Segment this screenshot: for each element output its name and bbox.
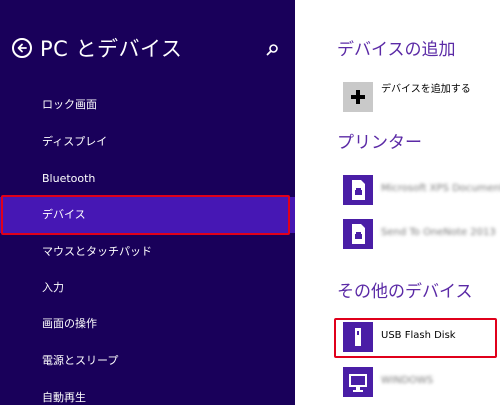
section-title-add-devices: デバイスの追加 xyxy=(337,40,456,60)
back-arrow-icon[interactable] xyxy=(12,38,32,58)
sidebar-item-autoplay[interactable]: 自動再生 xyxy=(0,380,295,416)
device-label: WINDOWS xyxy=(381,375,434,386)
selection-highlight-frame xyxy=(1,195,290,235)
list-item[interactable]: WINDOWS xyxy=(343,367,500,399)
usb-highlight-frame xyxy=(334,318,497,358)
section-title-other-devices: その他のデバイス xyxy=(337,282,473,302)
device-label: Send To OneNote 2013 xyxy=(381,227,496,238)
list-item[interactable]: Send To OneNote 2013 xyxy=(343,219,500,251)
printer-icon xyxy=(343,175,373,205)
search-icon[interactable] xyxy=(265,42,279,61)
device-label: Microsoft XPS Document xyxy=(381,183,500,194)
add-device-link[interactable]: デバイスを追加する xyxy=(381,83,471,97)
sidebar-item-typing[interactable]: 入力 xyxy=(0,270,295,306)
sidebar-item-corners-edges[interactable]: 画面の操作 xyxy=(0,306,295,342)
sidebar-item-mouse-touchpad[interactable]: マウスとタッチパッド xyxy=(0,234,295,270)
monitor-icon xyxy=(343,367,373,397)
page-title: PC とデバイス xyxy=(40,37,183,61)
plus-icon[interactable] xyxy=(343,82,373,112)
printer-icon xyxy=(343,219,373,249)
sidebar-item-lock-screen[interactable]: ロック画面 xyxy=(0,87,295,123)
sidebar-item-bluetooth[interactable]: Bluetooth xyxy=(0,161,295,197)
sidebar-header: PC とデバイス xyxy=(12,34,282,66)
sidebar-item-power-sleep[interactable]: 電源とスリープ xyxy=(0,343,295,379)
sidebar-item-display[interactable]: ディスプレイ xyxy=(0,124,295,160)
list-item[interactable]: Microsoft XPS Document xyxy=(343,175,500,207)
section-title-printers: プリンター xyxy=(337,133,422,153)
